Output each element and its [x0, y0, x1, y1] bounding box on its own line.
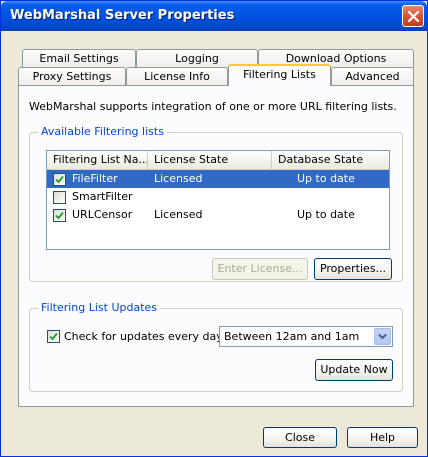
intro-text: WebMarshal supports integration of one o… [29, 100, 397, 113]
row-license: Licensed [154, 172, 203, 185]
row-name: URLCensor [72, 208, 133, 221]
table-header: Filtering List Na... License State Datab… [47, 151, 389, 170]
row-checkbox[interactable] [53, 191, 66, 204]
chevron-down-icon [378, 333, 387, 340]
checkmark-icon [49, 332, 58, 341]
table-row[interactable]: URLCensor Licensed Up to date [47, 206, 389, 224]
table-row[interactable]: SmartFilter [47, 188, 389, 206]
row-checkbox[interactable] [53, 209, 66, 222]
window-title: WebMarshal Server Properties [10, 8, 235, 23]
check-updates-label: Check for updates every day [64, 330, 223, 343]
column-header-name[interactable]: Filtering List Na... [47, 151, 148, 170]
dropdown-button[interactable] [374, 328, 391, 345]
tab-email-settings[interactable]: Email Settings [22, 49, 136, 68]
row-database: Up to date [297, 208, 355, 221]
filtering-lists-table[interactable]: Filtering List Na... License State Datab… [46, 150, 390, 250]
tab-proxy-settings[interactable]: Proxy Settings [18, 67, 126, 86]
column-header-license[interactable]: License State [148, 151, 272, 170]
row-name: SmartFilter [72, 190, 133, 203]
close-button-label: Close [285, 431, 315, 444]
checkmark-icon [55, 211, 64, 220]
enter-license-button[interactable]: Enter License... [212, 258, 308, 280]
update-time-select[interactable]: Between 12am and 1am [219, 326, 393, 347]
table-row[interactable]: FileFilter Licensed Up to date [47, 170, 389, 188]
close-button[interactable]: Close [263, 427, 337, 448]
checkmark-icon [55, 175, 64, 184]
available-lists-group-title: Available Filtering lists [38, 125, 167, 138]
update-now-button[interactable]: Update Now [315, 359, 393, 381]
properties-label: Properties... [319, 262, 387, 275]
row-database: Up to date [297, 172, 355, 185]
update-time-value: Between 12am and 1am [224, 330, 360, 343]
title-bar[interactable]: WebMarshal Server Properties [1, 1, 427, 31]
close-x-icon [408, 11, 419, 22]
updates-group-title: Filtering List Updates [38, 301, 161, 314]
enter-license-label: Enter License... [217, 262, 303, 275]
column-header-database[interactable]: Database State [272, 151, 389, 170]
tab-license-info[interactable]: License Info [126, 67, 228, 86]
tab-filtering-lists[interactable]: Filtering Lists [228, 64, 331, 86]
help-button[interactable]: Help [347, 427, 418, 448]
row-license: Licensed [154, 208, 203, 221]
close-window-button[interactable] [402, 5, 424, 27]
properties-dialog: WebMarshal Server Properties Email Setti… [0, 0, 428, 457]
check-updates-checkbox[interactable] [47, 330, 60, 343]
row-name: FileFilter [72, 172, 118, 185]
update-now-label: Update Now [320, 363, 388, 376]
help-button-label: Help [369, 431, 396, 444]
tab-advanced[interactable]: Advanced [331, 67, 414, 86]
properties-button[interactable]: Properties... [314, 258, 392, 280]
filtering-lists-panel: WebMarshal supports integration of one o… [18, 85, 414, 407]
row-checkbox[interactable] [53, 173, 66, 186]
